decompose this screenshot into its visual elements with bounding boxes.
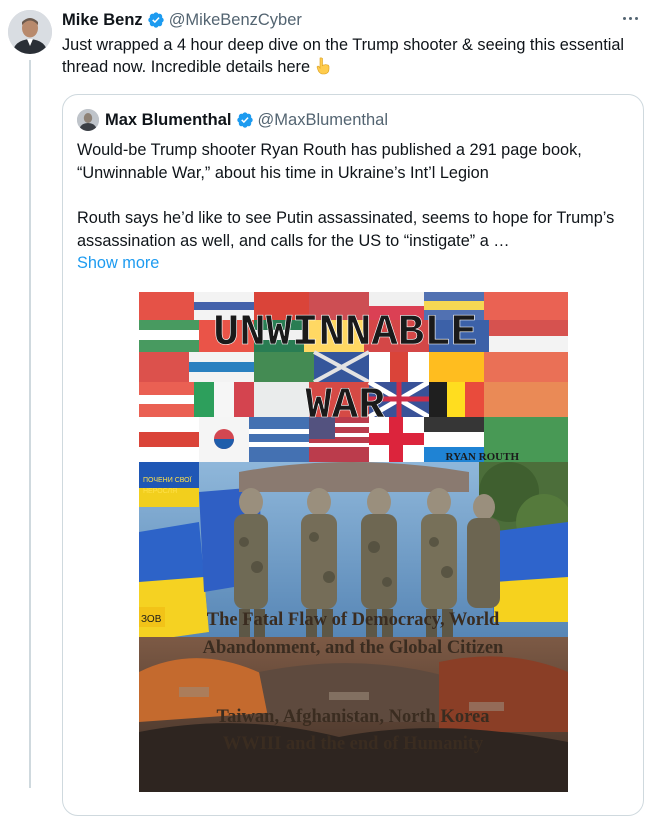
show-more-link[interactable]: Show more [77, 252, 627, 275]
quote-author-name[interactable]: Max Blumenthal [105, 111, 232, 130]
book-author: RYAN ROUTH [446, 451, 520, 463]
book-title-line1: UNWINNABLE [213, 308, 477, 358]
book-title-line2: WAR [305, 381, 385, 431]
author-handle[interactable]: @MikeBenzCyber [169, 11, 302, 30]
book-subtitle-line1: The Fatal Flaw of Democracy, World [207, 610, 500, 630]
quoted-tweet[interactable]: Max Blumenthal @MaxBlumenthal Would-be T… [62, 94, 644, 816]
avatar[interactable] [8, 10, 52, 54]
more-options-icon[interactable] [618, 10, 642, 26]
sign-text: ЗОВ [141, 614, 162, 625]
svg-text:ПОЧЕНИ СВОЇ: ПОЧЕНИ СВОЇ [143, 476, 192, 484]
soldiers-photo: ПОЧЕНИ СВОЇ НЕРОСЛЯ ЗОВ [139, 462, 568, 662]
book-cover-image[interactable]: UNWINNABLE WAR RYAN ROUTH ПОЧЕНИ СВОЇ НЕ… [139, 292, 568, 792]
quote-paragraph-2: Routh says he’d like to see Putin assass… [77, 209, 615, 250]
thread-line [29, 60, 31, 788]
tweet-text: Just wrapped a 4 hour deep dive on the T… [62, 34, 642, 78]
book-subtitle-line4: WWIII and the end of Humanity [223, 734, 484, 754]
quote-author-handle[interactable]: @MaxBlumenthal [258, 111, 388, 130]
verified-badge-icon [147, 11, 165, 29]
quote-header: Max Blumenthal @MaxBlumenthal [77, 109, 388, 131]
svg-text:НЕРОСЛЯ: НЕРОСЛЯ [143, 488, 177, 495]
tweet-body: Just wrapped a 4 hour deep dive on the T… [62, 36, 625, 76]
book-subtitle-line2: Abandonment, and the Global Citizen [203, 638, 504, 658]
tweet-header: Mike Benz @MikeBenzCyber [62, 9, 656, 31]
pointing-down-emoji-icon [314, 57, 332, 75]
quote-text: Would-be Trump shooter Ryan Routh has pu… [77, 139, 627, 275]
quote-avatar[interactable] [77, 109, 99, 131]
verified-badge-icon [236, 111, 254, 129]
book-subtitle-line3: Taiwan, Afghanistan, North Korea [217, 707, 490, 727]
author-name[interactable]: Mike Benz [62, 11, 143, 30]
quote-paragraph-1: Would-be Trump shooter Ryan Routh has pu… [77, 141, 582, 182]
